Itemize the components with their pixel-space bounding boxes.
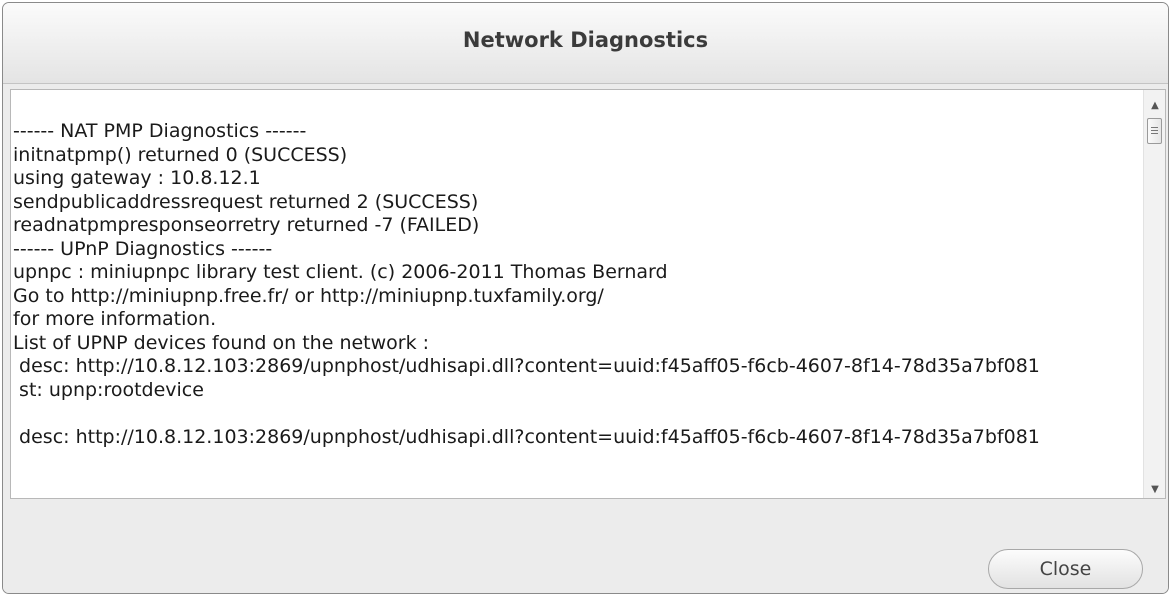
diagnostics-log-area[interactable]: ------ NAT PMP Diagnostics ------ initnat… (10, 89, 1166, 499)
network-diagnostics-dialog: Network Diagnostics ------ NAT PMP Diagn… (2, 2, 1169, 594)
log-line: upnpc : miniupnpc library test client. (… (13, 261, 668, 283)
log-line: ------ NAT PMP Diagnostics ------ (13, 120, 307, 142)
dialog-title: Network Diagnostics (462, 28, 709, 52)
dialog-titlebar: Network Diagnostics (3, 3, 1168, 84)
grip-icon (1151, 130, 1158, 131)
log-line: Go to http://miniupnp.free.fr/ or http:/… (13, 284, 604, 307)
log-line: st: upnp:rootdevice (13, 378, 204, 401)
log-line: desc: http://10.8.12.103:2869/upnphost/u… (13, 355, 1040, 377)
log-line: readnatpmpresponseorretry returned -7 (F… (13, 214, 480, 236)
vertical-scrollbar[interactable]: ▲ ▼ (1143, 90, 1165, 498)
grip-icon (1151, 133, 1158, 134)
scroll-thumb[interactable] (1147, 118, 1162, 144)
grip-icon (1151, 127, 1158, 128)
log-line: desc: http://10.8.12.103:2869/upnphost/u… (13, 425, 1040, 448)
scroll-up-arrow-icon[interactable]: ▲ (1144, 96, 1165, 114)
log-line: initnatpmp() returned 0 (SUCCESS) (13, 143, 348, 166)
log-line: using gateway : 10.8.12.1 (13, 167, 261, 189)
log-line: sendpublicaddressrequest returned 2 (SUC… (13, 190, 479, 213)
close-button[interactable]: Close (988, 549, 1143, 589)
log-line: List of UPNP devices found on the networ… (13, 331, 430, 354)
diagnostics-log-text: ------ NAT PMP Diagnostics ------ initnat… (13, 120, 1133, 498)
scroll-down-arrow-icon[interactable]: ▼ (1144, 480, 1165, 498)
log-line: for more information. (13, 308, 217, 330)
log-line: ------ UPnP Diagnostics ------ (13, 237, 273, 260)
dialog-footer: Close (3, 499, 1168, 593)
